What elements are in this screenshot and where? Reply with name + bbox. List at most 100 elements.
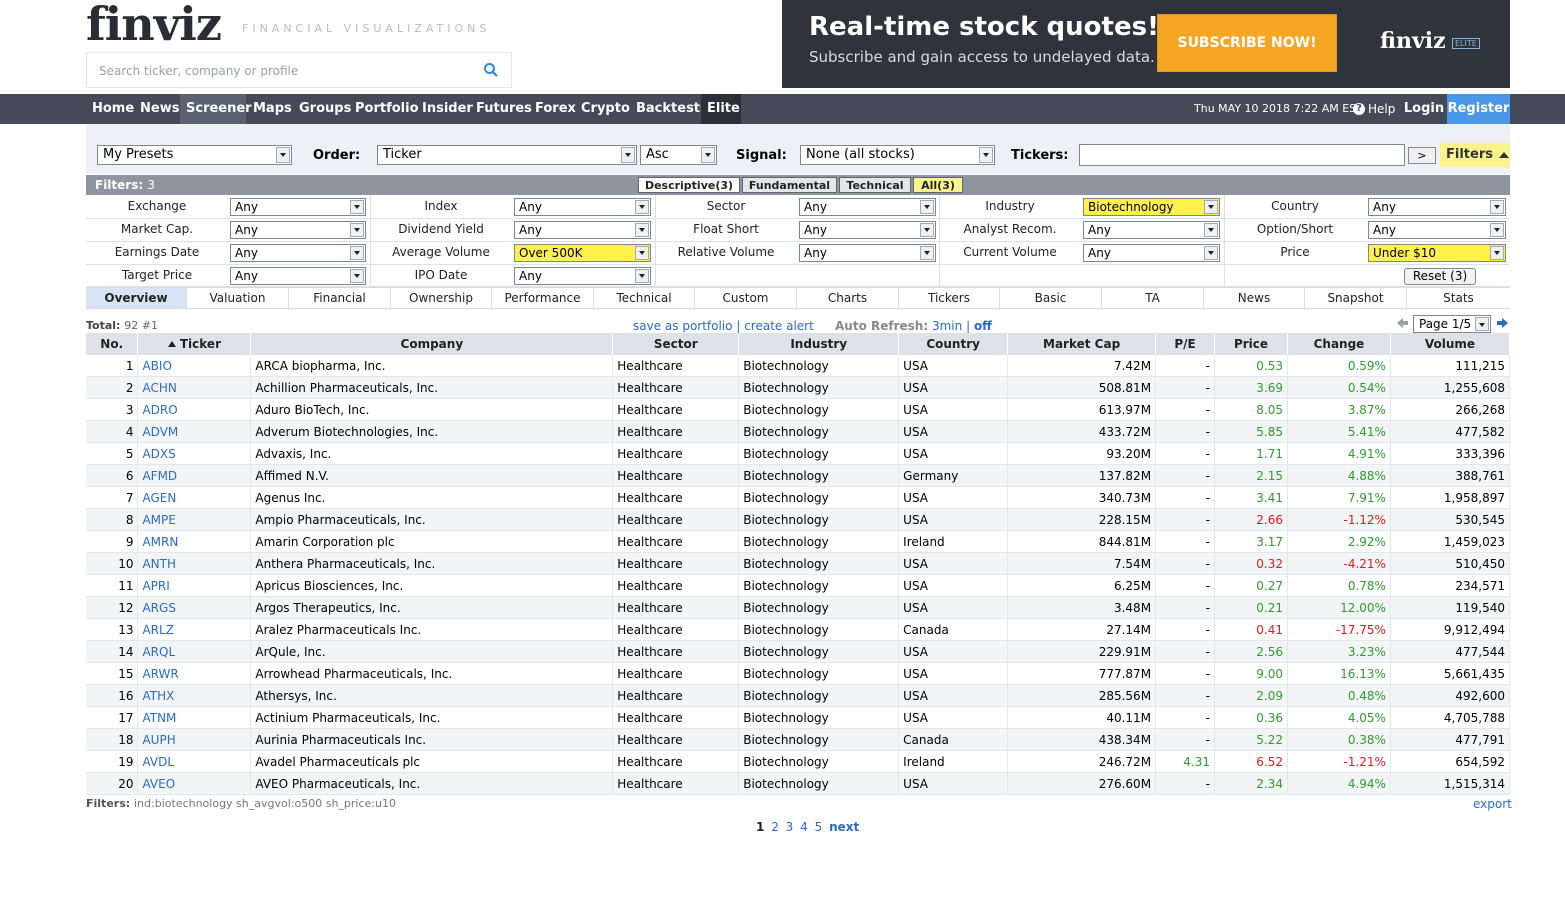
tab-all[interactable]: All(3) <box>913 177 963 193</box>
table-row[interactable]: 12 ARGS Argos Therapeutics, Inc. Healthcare… <box>86 596 1511 619</box>
cell-ticker[interactable]: ATNM <box>137 706 252 729</box>
page-2-link[interactable]: 2 <box>771 820 779 834</box>
nav-news[interactable]: News <box>134 94 179 124</box>
cell-company[interactable]: Amarin Corporation plc <box>250 530 614 553</box>
table-row[interactable]: 11 APRI Apricus Biosciences, Inc. Healthcar… <box>86 574 1511 597</box>
nav-login[interactable]: Login <box>1402 94 1446 124</box>
filter-relative-volume[interactable]: Any <box>799 244 936 262</box>
export-link[interactable]: export <box>1473 797 1512 811</box>
cell-ticker[interactable]: ANTH <box>137 552 252 575</box>
cell-company[interactable]: ArQule, Inc. <box>250 640 614 663</box>
tab-valuation[interactable]: Valuation <box>187 288 289 308</box>
page-5-link[interactable]: 5 <box>815 820 823 834</box>
cell-ticker[interactable]: ADRO <box>137 398 252 421</box>
tab-stats[interactable]: Stats <box>1407 288 1510 308</box>
nav-futures[interactable]: Futures <box>470 94 532 124</box>
order-direction-select[interactable]: Asc <box>640 145 717 165</box>
nav-register[interactable]: Register <box>1447 94 1510 124</box>
table-row[interactable]: 6 AFMD Affimed N.V. Healthcare Biotechnology… <box>86 464 1511 487</box>
page-4-link[interactable]: 4 <box>800 820 808 834</box>
cell-company[interactable]: Aralez Pharmaceuticals Inc. <box>250 618 614 641</box>
col-header-pe[interactable]: P/E <box>1155 333 1216 355</box>
cell-ticker[interactable]: AMPE <box>137 508 252 531</box>
cell-company[interactable]: Achillion Pharmaceuticals, Inc. <box>250 376 614 399</box>
filter-ipo-date[interactable]: Any <box>514 267 651 285</box>
signal-select[interactable]: None (all stocks) <box>800 145 995 165</box>
cell-company[interactable]: AVEO Pharmaceuticals, Inc. <box>250 772 614 795</box>
table-row[interactable]: 3 ADRO Aduro BioTech, Inc. Healthcare Biotec… <box>86 398 1511 421</box>
nav-portfolio[interactable]: Portfolio <box>349 94 419 124</box>
table-row[interactable]: 16 ATHX Athersys, Inc. Healthcare Biotechnol… <box>86 684 1511 707</box>
finviz-logo[interactable]: finviz <box>86 0 222 48</box>
cell-company[interactable]: Actinium Pharmaceuticals, Inc. <box>250 706 614 729</box>
table-row[interactable]: 14 ARQL ArQule, Inc. Healthcare Biotechnolog… <box>86 640 1511 663</box>
filter-price[interactable]: Under $10 <box>1368 244 1506 262</box>
col-header-price[interactable]: Price <box>1214 333 1288 355</box>
nav-groups[interactable]: Groups <box>293 94 351 124</box>
col-header-volume[interactable]: Volume <box>1390 333 1511 355</box>
filter-current-volume[interactable]: Any <box>1083 244 1220 262</box>
cell-company[interactable]: Agenus Inc. <box>250 486 614 509</box>
cell-ticker[interactable]: ARWR <box>137 662 252 685</box>
table-row[interactable]: 4 ADVM Adverum Biotechnologies, Inc. Health… <box>86 420 1511 443</box>
cell-ticker[interactable]: ABIO <box>137 355 252 377</box>
tab-performance[interactable]: Performance <box>492 288 594 308</box>
tickers-input[interactable] <box>1079 144 1405 166</box>
filter-exchange[interactable]: Any <box>230 198 366 216</box>
ad-banner[interactable]: Real-time stock quotes! Subscribe and ga… <box>782 0 1510 88</box>
table-row[interactable]: 10 ANTH Anthera Pharmaceuticals, Inc. Healt… <box>86 552 1511 575</box>
nav-home[interactable]: Home <box>86 94 134 124</box>
cell-ticker[interactable]: ATHX <box>137 684 252 707</box>
col-header-industry[interactable]: Industry <box>738 333 900 355</box>
cell-company[interactable]: Ampio Pharmaceuticals, Inc. <box>250 508 614 531</box>
nav-maps[interactable]: Maps <box>247 94 292 124</box>
refresh-3min-link[interactable]: 3min <box>932 319 962 333</box>
nav-screener[interactable]: Screener <box>180 94 252 124</box>
tab-technical[interactable]: Technical <box>839 177 911 193</box>
table-row[interactable]: 18 AUPH Aurinia Pharmaceuticals Inc. Health… <box>86 728 1511 751</box>
table-row[interactable]: 8 AMPE Ampio Pharmaceuticals, Inc. Healthca… <box>86 508 1511 531</box>
create-alert-link[interactable]: create alert <box>744 319 814 333</box>
col-header-company[interactable]: Company <box>250 333 614 355</box>
cell-ticker[interactable]: AVDL <box>137 750 252 773</box>
tab-custom[interactable]: Custom <box>695 288 797 308</box>
page-3-link[interactable]: 3 <box>786 820 794 834</box>
table-row[interactable]: 13 ARLZ Aralez Pharmaceuticals Inc. Healthc… <box>86 618 1511 641</box>
filter-sector[interactable]: Any <box>799 198 936 216</box>
table-row[interactable]: 19 AVDL Avadel Pharmaceuticals plc Healthca… <box>86 750 1511 773</box>
reset-filters-button[interactable]: Reset (3) <box>1404 268 1476 285</box>
tab-ownership[interactable]: Ownership <box>391 288 492 308</box>
table-row[interactable]: 7 AGEN Agenus Inc. Healthcare Biotechnology U… <box>86 486 1511 509</box>
cell-ticker[interactable]: AFMD <box>137 464 252 487</box>
filter-earnings-date[interactable]: Any <box>230 244 366 262</box>
col-header-market-cap[interactable]: Market Cap <box>1007 333 1157 355</box>
prev-page-icon[interactable] <box>1396 317 1409 329</box>
tickers-go-button[interactable]: > <box>1408 147 1436 164</box>
cell-ticker[interactable]: ADVM <box>137 420 252 443</box>
cell-company[interactable]: Aduro BioTech, Inc. <box>250 398 614 421</box>
filter-target-price[interactable]: Any <box>230 267 366 285</box>
nav-crypto[interactable]: Crypto <box>575 94 630 124</box>
filter-analyst-recom[interactable]: Any <box>1083 221 1220 239</box>
tab-technical-view[interactable]: Technical <box>594 288 695 308</box>
cell-company[interactable]: Advaxis, Inc. <box>250 442 614 465</box>
tab-overview[interactable]: Overview <box>86 288 187 308</box>
col-header-country[interactable]: Country <box>898 333 1009 355</box>
cell-ticker[interactable]: APRI <box>137 574 252 597</box>
cell-company[interactable]: Affimed N.V. <box>250 464 614 487</box>
table-row[interactable]: 5 ADXS Advaxis, Inc. Healthcare Biotechnolog… <box>86 442 1511 465</box>
tab-tickers[interactable]: Tickers <box>899 288 1000 308</box>
col-header-sector[interactable]: Sector <box>612 333 740 355</box>
col-header-ticker[interactable]: Ticker <box>137 333 252 355</box>
cell-company[interactable]: Anthera Pharmaceuticals, Inc. <box>250 552 614 575</box>
filter-index[interactable]: Any <box>514 198 651 216</box>
refresh-off-link[interactable]: off <box>974 319 992 333</box>
cell-ticker[interactable]: AUPH <box>137 728 252 751</box>
table-row[interactable]: 15 ARWR Arrowhead Pharmaceuticals, Inc. Hea… <box>86 662 1511 685</box>
filter-country[interactable]: Any <box>1368 198 1506 216</box>
tab-fundamental[interactable]: Fundamental <box>742 177 837 193</box>
cell-company[interactable]: Argos Therapeutics, Inc. <box>250 596 614 619</box>
cell-ticker[interactable]: ARQL <box>137 640 252 663</box>
next-page-link[interactable]: next <box>829 820 859 834</box>
nav-backtests[interactable]: Backtests <box>630 94 708 124</box>
